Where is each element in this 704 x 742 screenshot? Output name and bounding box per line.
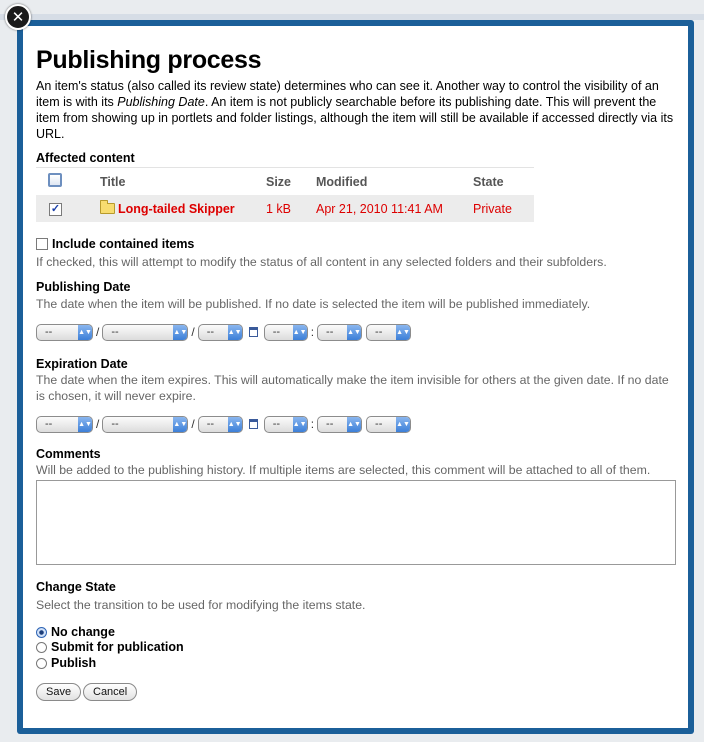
save-button[interactable]: Save (36, 683, 82, 701)
expiration-date-help: The date when the item expires. This wil… (36, 373, 669, 403)
expiration-date-label: Expiration Date (36, 357, 128, 371)
select-all-checkbox[interactable] (48, 173, 62, 187)
change-state-label: Change State (36, 580, 116, 594)
item-size: 1 kB (258, 195, 308, 222)
cancel-button[interactable]: Cancel (83, 683, 138, 701)
radio-no-change[interactable]: No change (36, 625, 115, 639)
include-contained-label: Include contained items (52, 237, 195, 251)
include-contained-checkbox[interactable] (36, 238, 48, 250)
item-title-link[interactable]: Long-tailed Skipper (118, 202, 235, 216)
expiration-date-fields: -- ▲▼ / -- ▲▼ / -- ▲▼ -- ▲▼ : -- ▲▼ -- ▲▼ (36, 414, 412, 434)
expiration-ampm-select[interactable]: -- ▲▼ (366, 415, 412, 433)
publishing-month-select[interactable]: -- ▲▼ (102, 323, 189, 341)
publishing-day-select[interactable]: -- ▲▼ (197, 323, 243, 341)
calendar-icon[interactable] (248, 327, 258, 337)
comments-label: Comments (36, 447, 101, 461)
publishing-hour-select[interactable]: -- ▲▼ (263, 323, 308, 341)
affected-content-table: Title Size Modified State ✓ Long-tailed … (36, 167, 534, 222)
column-title: Title (92, 167, 258, 195)
item-state: Private (465, 195, 534, 222)
close-icon[interactable]: ✕ (5, 4, 31, 30)
expiration-day-select[interactable]: -- ▲▼ (197, 415, 243, 433)
table-header-row: Title Size Modified State (36, 167, 534, 195)
radio-submit-for-publication[interactable]: Submit for publication (36, 640, 184, 654)
publishing-ampm-select[interactable]: -- ▲▼ (366, 323, 412, 341)
column-size: Size (258, 167, 308, 195)
publishing-date-fields: -- ▲▼ / -- ▲▼ / -- ▲▼ -- ▲▼ : -- ▲▼ -- ▲▼ (36, 322, 412, 342)
expiration-hour-select[interactable]: -- ▲▼ (263, 415, 308, 433)
intro-text: An item's status (also called its review… (36, 79, 674, 141)
radio-button[interactable] (36, 626, 47, 638)
radio-button[interactable] (36, 641, 47, 653)
include-contained-help: If checked, this will attempt to modify … (36, 255, 607, 269)
table-row: ✓ Long-tailed Skipper 1 kB Apr 21, 2010 … (36, 195, 534, 222)
publishing-date-help: The date when the item will be published… (36, 297, 591, 311)
folder-icon (100, 199, 115, 214)
row-checkbox[interactable]: ✓ (49, 203, 62, 216)
radio-button[interactable] (36, 657, 47, 669)
page-title: Publishing process (36, 46, 262, 74)
expiration-year-select[interactable]: -- ▲▼ (36, 415, 93, 433)
radio-publish[interactable]: Publish (36, 656, 96, 670)
publishing-dialog: Publishing process An item's status (als… (23, 26, 688, 728)
affected-content-label: Affected content (36, 151, 135, 165)
change-state-help: Select the transition to be used for mod… (36, 598, 366, 612)
comments-help: Will be added to the publishing history.… (36, 463, 651, 477)
publishing-date-label: Publishing Date (36, 280, 131, 294)
expiration-minute-select[interactable]: -- ▲▼ (317, 415, 363, 433)
item-modified: Apr 21, 2010 11:41 AM (308, 195, 465, 222)
include-contained-row: Include contained items (36, 237, 194, 251)
publishing-year-select[interactable]: -- ▲▼ (36, 323, 93, 341)
comments-textarea[interactable] (36, 480, 676, 565)
publishing-minute-select[interactable]: -- ▲▼ (317, 323, 363, 341)
expiration-month-select[interactable]: -- ▲▼ (102, 415, 189, 433)
calendar-icon[interactable] (248, 419, 258, 429)
column-state: State (465, 167, 534, 195)
column-modified: Modified (308, 167, 465, 195)
